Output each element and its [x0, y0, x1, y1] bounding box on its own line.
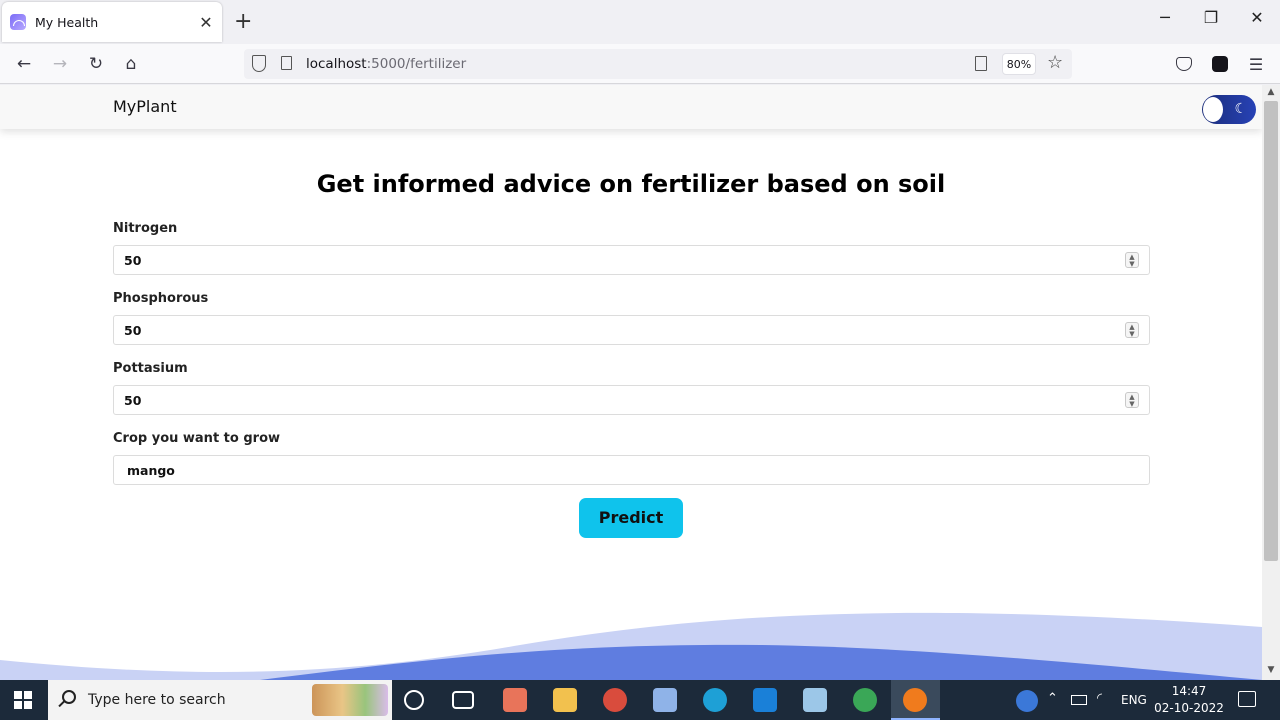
- crop-input[interactable]: mango: [113, 455, 1150, 485]
- url-path: :5000/fertilizer: [366, 56, 467, 72]
- menu-hamburger-icon[interactable]: ☰: [1246, 54, 1266, 74]
- phosphorous-value: 50: [124, 323, 142, 338]
- notepad-icon[interactable]: [803, 688, 827, 712]
- brand-logo[interactable]: MyPlant: [113, 97, 177, 116]
- search-placeholder: Type here to search: [88, 692, 226, 708]
- nitrogen-input[interactable]: 50 ▲ ▼: [113, 245, 1150, 275]
- new-tab-button[interactable]: +: [234, 10, 252, 34]
- back-arrow-icon[interactable]: ←: [12, 52, 36, 76]
- predict-button[interactable]: Predict: [579, 498, 683, 538]
- site-favicon-icon: [10, 14, 26, 30]
- vscode-icon[interactable]: [753, 688, 777, 712]
- tab-title: My Health: [35, 14, 99, 30]
- page-scrollbar[interactable]: ▲ ▼: [1262, 85, 1280, 680]
- file-explorer-icon[interactable]: [553, 688, 577, 712]
- help-icon[interactable]: [1016, 690, 1038, 712]
- chrome-profile-icon[interactable]: [603, 688, 627, 712]
- phosphorous-label: Phosphorous: [113, 291, 209, 306]
- language-indicator[interactable]: ENG: [1121, 693, 1147, 707]
- notifications-icon[interactable]: [1238, 691, 1256, 707]
- phosphorous-input[interactable]: 50 ▲ ▼: [113, 315, 1150, 345]
- pottasium-value: 50: [124, 393, 142, 408]
- tab-close-icon[interactable]: ✕: [198, 13, 214, 32]
- moon-icon: ☾: [1234, 101, 1247, 117]
- page-viewport: MyPlant ☾ Get informed advice on fertili…: [0, 85, 1262, 680]
- site-navbar: MyPlant ☾: [0, 85, 1262, 129]
- search-highlight-image: [312, 684, 388, 716]
- reload-icon[interactable]: ↻: [84, 52, 108, 76]
- firefox-icon[interactable]: [903, 688, 927, 712]
- windows-start-icon[interactable]: [14, 691, 32, 709]
- search-icon: [62, 690, 76, 704]
- page-info-icon[interactable]: [281, 56, 292, 70]
- bookmark-star-icon[interactable]: ☆: [1047, 52, 1063, 73]
- home-icon[interactable]: ⌂: [119, 52, 143, 76]
- number-spinner-icon[interactable]: ▲ ▼: [1125, 322, 1139, 338]
- nitrogen-label: Nitrogen: [113, 221, 178, 236]
- pocket-icon[interactable]: [1176, 57, 1192, 71]
- app-cube-icon[interactable]: [653, 688, 677, 712]
- minimize-button[interactable]: ─: [1145, 8, 1185, 27]
- scroll-thumb[interactable]: [1264, 101, 1278, 561]
- chrome-icon[interactable]: [853, 688, 877, 712]
- nitrogen-value: 50: [124, 253, 142, 268]
- browser-toolbar: ← → ↻ ⌂ localhost:5000/fertilizer 80% ☆ …: [0, 44, 1280, 84]
- windows-taskbar: Type here to search ⌃ ◜ ENG 14:47 02-10-…: [0, 680, 1280, 720]
- dark-mode-toggle[interactable]: ☾: [1202, 95, 1256, 124]
- url-text[interactable]: localhost:5000/fertilizer: [306, 56, 466, 72]
- url-bar[interactable]: localhost:5000/fertilizer 80% ☆: [244, 49, 1072, 79]
- edge-icon[interactable]: [703, 688, 727, 712]
- battery-icon[interactable]: [1071, 695, 1087, 705]
- wifi-icon[interactable]: ◜: [1097, 691, 1102, 706]
- restore-button[interactable]: ❐: [1191, 8, 1231, 27]
- scroll-up-icon[interactable]: ▲: [1265, 87, 1277, 97]
- close-window-button[interactable]: ✕: [1237, 8, 1277, 27]
- extension-icon[interactable]: [1212, 56, 1228, 72]
- snipping-tool-icon[interactable]: [503, 688, 527, 712]
- page-title: Get informed advice on fertilizer based …: [316, 170, 946, 198]
- number-spinner-icon[interactable]: ▲ ▼: [1125, 392, 1139, 408]
- crop-label: Crop you want to grow: [113, 431, 281, 446]
- cortana-icon[interactable]: [404, 690, 424, 710]
- zoom-level[interactable]: 80%: [1002, 53, 1036, 75]
- system-clock[interactable]: 14:47 02-10-2022: [1150, 683, 1228, 717]
- reader-view-icon[interactable]: [975, 56, 987, 71]
- number-spinner-icon[interactable]: ▲ ▼: [1125, 252, 1139, 268]
- crop-value: mango: [127, 463, 175, 478]
- taskbar-search[interactable]: Type here to search: [48, 680, 392, 720]
- toggle-knob: [1203, 97, 1223, 122]
- tab-my-health[interactable]: My Health ✕: [2, 2, 222, 42]
- url-host: localhost: [306, 56, 367, 72]
- chevron-up-icon[interactable]: ⌃: [1047, 691, 1058, 706]
- clock-time: 14:47: [1171, 684, 1207, 698]
- pottasium-input[interactable]: 50 ▲ ▼: [113, 385, 1150, 415]
- browser-tabstrip: My Health ✕ + ─ ❐ ✕: [0, 0, 1280, 44]
- forward-arrow-icon[interactable]: →: [48, 52, 72, 76]
- clock-date: 02-10-2022: [1154, 701, 1224, 715]
- pottasium-label: Pottasium: [113, 361, 188, 376]
- task-view-icon[interactable]: [452, 691, 474, 709]
- decorative-wave: [0, 612, 1262, 680]
- scroll-down-icon[interactable]: ▼: [1265, 665, 1277, 675]
- tracking-shield-icon[interactable]: [252, 55, 266, 72]
